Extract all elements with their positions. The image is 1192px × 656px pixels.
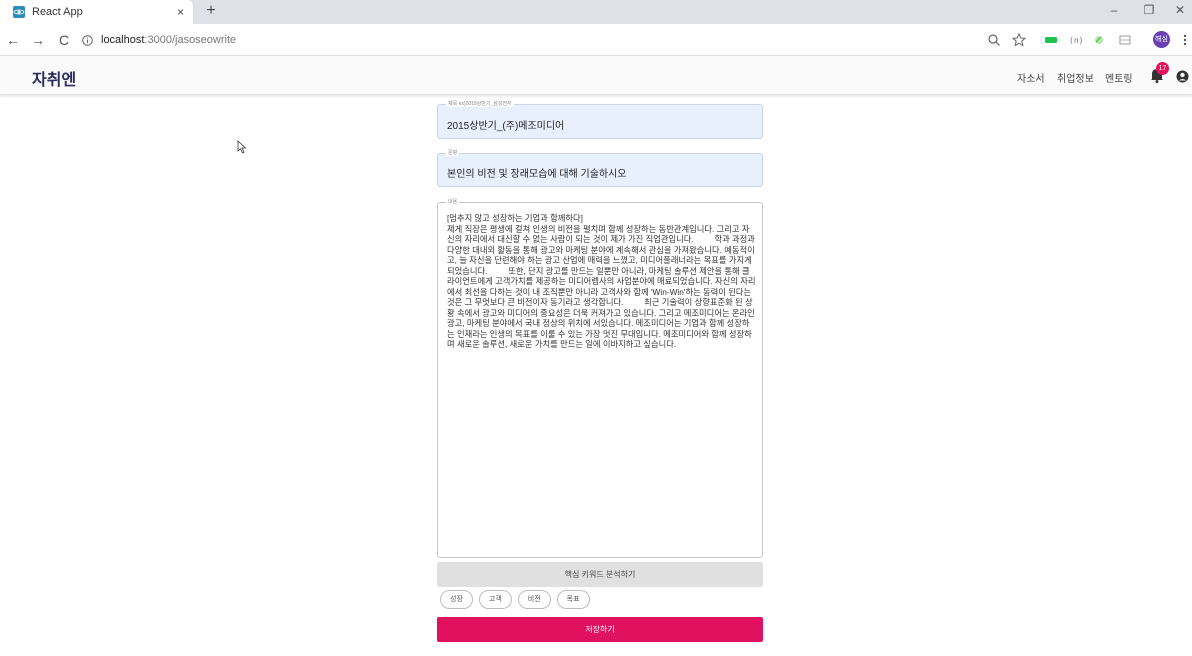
menu-kebab-icon[interactable]: [1178, 33, 1192, 47]
browser-toolbar: ← → C localhost:3000/jasoseowrite (n) 해심: [0, 24, 1192, 56]
save-button[interactable]: 저장하기: [437, 617, 763, 642]
tab-close-icon[interactable]: ×: [177, 5, 184, 19]
app-header: 자취엔 자소서 취업정보 멘토링 17: [0, 57, 1192, 95]
browser-tabstrip: React App × + – ❐ ✕: [0, 0, 1192, 24]
keyword-chips: 성장 고객 비전 목표: [440, 590, 590, 610]
mouse-cursor-icon: [237, 140, 247, 154]
question-field[interactable]: 문항 본인의 비전 및 장래모습에 대해 기술하시오: [437, 149, 763, 187]
back-button[interactable]: ←: [4, 31, 22, 49]
title-field[interactable]: 제목 ex)2019상반기_삼성전자 2015상반기_(주)메조미디어: [437, 100, 763, 139]
nav-jasoseo[interactable]: 자소서: [1017, 70, 1045, 85]
title-field-label: 제목 ex)2019상반기_삼성전자: [446, 100, 514, 107]
browser-tab[interactable]: React App ×: [0, 0, 193, 24]
profile-avatar[interactable]: 해심: [1153, 31, 1170, 48]
forward-button[interactable]: →: [29, 31, 47, 49]
notification-badge: 17: [1156, 62, 1169, 75]
title-field-value: 2015상반기_(주)메조미디어: [447, 121, 565, 132]
content-text: [멈추지 않고 성장하는 기업과 함께하다] 제게 직장은 평생에 걸쳐 인생의…: [447, 213, 756, 349]
keyword-chip[interactable]: 목표: [556, 590, 590, 609]
tab-title: React App: [32, 6, 83, 18]
keyword-chip[interactable]: 고객: [478, 590, 512, 609]
address-bar[interactable]: localhost:3000/jasoseowrite: [82, 29, 962, 51]
minimize-button[interactable]: –: [1104, 3, 1124, 17]
brand-logo[interactable]: 자취엔: [32, 66, 76, 90]
extension-green-icon[interactable]: [1044, 33, 1058, 47]
react-icon: [13, 6, 25, 18]
content-textarea[interactable]: 내용 [멈추지 않고 성장하는 기업과 함께하다] 제게 직장은 평생에 걸쳐 …: [437, 198, 763, 558]
nav-mentoring[interactable]: 멘토링: [1105, 70, 1133, 85]
nav-job-info[interactable]: 취업정보: [1057, 70, 1094, 85]
info-icon[interactable]: [82, 34, 93, 46]
question-field-value: 본인의 비전 및 장래모습에 대해 기술하시오: [447, 169, 627, 180]
svg-text:(n): (n): [1069, 36, 1082, 45]
question-field-label: 문항: [446, 149, 460, 156]
zoom-icon[interactable]: [987, 33, 1001, 47]
analyze-keywords-button[interactable]: 핵심 키워드 분석하기: [437, 562, 763, 587]
extension-grid-icon[interactable]: [1118, 33, 1132, 47]
new-tab-button[interactable]: +: [202, 2, 220, 20]
content-field-label: 내용: [446, 198, 460, 205]
keyword-chip[interactable]: 성장: [440, 590, 473, 609]
restore-button[interactable]: ❐: [1139, 3, 1159, 17]
url-path: :3000/jasoseowrite: [144, 34, 237, 46]
bookmark-star-icon[interactable]: [1012, 33, 1026, 47]
keyword-chip[interactable]: 비전: [517, 590, 551, 609]
extension-leaf-icon[interactable]: [1092, 33, 1106, 47]
reload-button[interactable]: C: [55, 31, 73, 49]
extension-code-icon[interactable]: (n): [1068, 33, 1082, 47]
account-icon[interactable]: [1176, 70, 1189, 83]
close-window-button[interactable]: ✕: [1170, 3, 1190, 17]
url-host: localhost: [101, 34, 145, 46]
